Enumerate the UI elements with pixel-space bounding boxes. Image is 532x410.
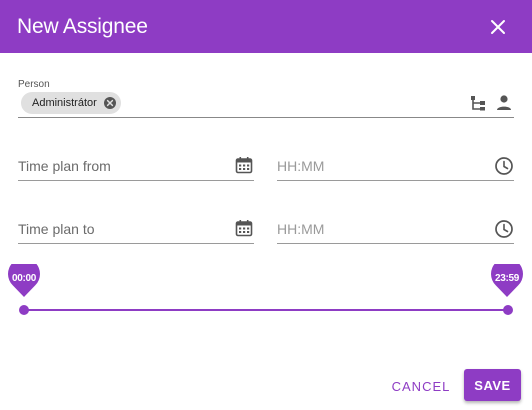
clock-icon[interactable]: [494, 219, 514, 239]
cancel-circle-icon[interactable]: [103, 96, 117, 110]
time-plan-from-time-input[interactable]: HH:MM: [277, 158, 324, 174]
time-plan-from-date-input[interactable]: Time plan from: [18, 158, 111, 174]
time-range-slider-track[interactable]: [24, 309, 508, 311]
person-icon[interactable]: [494, 93, 514, 113]
person-field-underline: [18, 117, 514, 118]
person-chip[interactable]: Administrátor: [21, 92, 121, 114]
person-chip-label: Administrátor: [32, 97, 97, 109]
cancel-button[interactable]: CANCEL: [388, 371, 454, 401]
time-plan-from-date-underline: [18, 180, 254, 181]
slider-end-label: 23:59: [494, 273, 520, 284]
slider-start-label: 00:00: [11, 273, 37, 284]
dialog-header: New Assignee: [0, 0, 532, 53]
time-plan-to-time-underline: [277, 243, 514, 244]
slider-start-handle[interactable]: [19, 305, 29, 315]
person-label: Person: [18, 79, 50, 90]
calendar-icon[interactable]: [234, 155, 254, 175]
dialog-title: New Assignee: [17, 15, 148, 38]
close-icon[interactable]: [488, 17, 508, 37]
save-button[interactable]: SAVE: [464, 369, 521, 401]
org-tree-icon[interactable]: [470, 95, 486, 111]
calendar-icon[interactable]: [234, 218, 254, 238]
slider-end-handle[interactable]: [503, 305, 513, 315]
time-plan-to-time-input[interactable]: HH:MM: [277, 221, 324, 237]
time-plan-from-time-underline: [277, 180, 514, 181]
time-plan-to-date-input[interactable]: Time plan to: [18, 221, 95, 237]
clock-icon[interactable]: [494, 156, 514, 176]
time-plan-to-date-underline: [18, 243, 254, 244]
